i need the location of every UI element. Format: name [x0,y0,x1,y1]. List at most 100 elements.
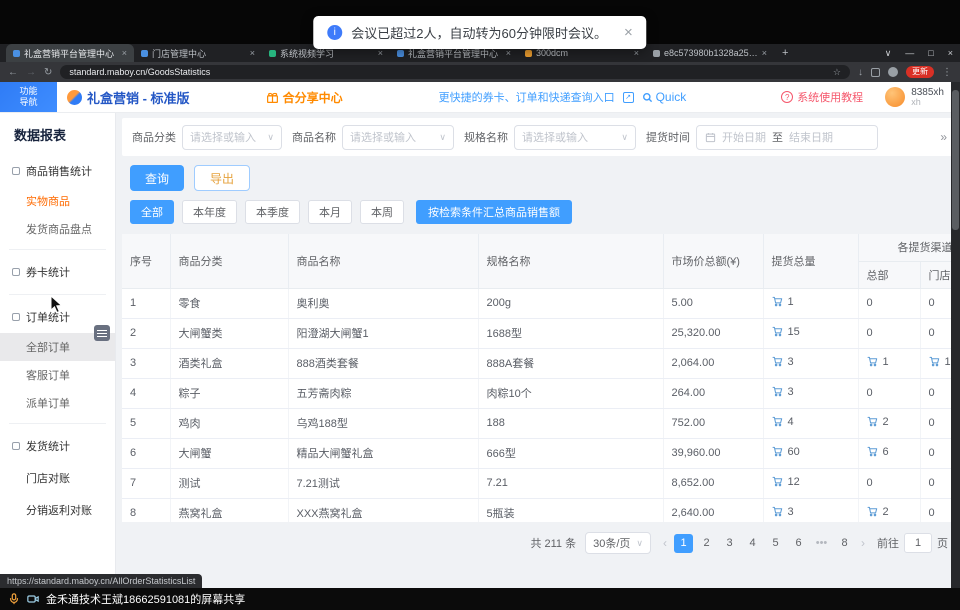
pickup-value: 1 [883,356,889,368]
page-number[interactable]: 1 [674,534,693,553]
sidebar-child-item[interactable]: 实物商品 [0,187,115,215]
cell-pickup-total: 1 [763,288,858,318]
browser-tab[interactable]: 门店管理中心× [134,44,262,62]
refresh-icon[interactable]: ↻ [44,67,52,78]
menu-section-icon [12,167,20,175]
range-tab[interactable]: 本年度 [182,200,237,224]
cell-name: 五芳斋肉粽 [288,378,478,408]
back-icon[interactable]: ← [8,67,18,78]
name-select[interactable]: 请选择或输入 ∨ [342,125,454,150]
vertical-scrollbar[interactable] [951,82,960,588]
tab-search-icon[interactable]: ∨ [878,48,899,59]
cell-pickup-total: 3 [763,498,858,522]
tab-close-icon[interactable]: × [634,49,639,58]
cart-icon [772,476,783,487]
browser-tab[interactable]: e8c573980b1328a2584d2e6f × [646,44,774,62]
function-nav-toggle[interactable]: 功能 导航 [0,82,57,112]
tab-close-icon[interactable]: × [250,49,255,58]
table-row[interactable]: 2大闸蟹类阳澄湖大闸蟹11688型25,320.001500 [122,318,960,348]
category-select[interactable]: 请选择或输入 ∨ [182,125,282,150]
sidebar-group-item[interactable]: 发货统计 [0,430,115,462]
sidebar-child-item[interactable]: 派单订单 [0,389,115,417]
table-row[interactable]: 1零食奥利奥200g5.00100 [122,288,960,318]
tab-close-icon[interactable]: × [506,49,511,58]
page-number[interactable]: 3 [720,534,739,553]
browser-tab[interactable]: 礼盒营销平台管理中心× [6,44,134,62]
cell-hq: 1 [858,348,920,378]
cell-pickup-total: 15 [763,318,858,348]
range-tab[interactable]: 本月 [308,200,352,224]
export-button[interactable]: 导出 [194,165,250,191]
sidebar-group-item[interactable]: 分销返利对账 [0,494,115,526]
table-row[interactable]: 3酒类礼盒888酒类套餐888A套餐2,064.00311 [122,348,960,378]
quick-search[interactable]: Quick [642,90,687,104]
tab-label: e8c573980b1328a2584d2e6f [664,48,758,58]
tab-favicon-icon [525,50,532,57]
maximize-icon[interactable]: □ [921,48,940,58]
page-size-select[interactable]: 30条/页 ∨ [585,532,651,554]
new-tab-icon[interactable]: + [774,44,796,62]
share-center-link[interactable]: 合分享中心 [266,89,343,106]
menu-kebab-icon[interactable]: ⋮ [942,67,952,78]
app-header: 功能 导航 礼盒营销 - 标准版 合分享中心 更快捷的券卡、订单和快递查询入口 … [0,82,960,113]
user-block[interactable]: 8385xh xh [885,87,944,108]
address-bar[interactable]: standard.maboy.cn/GoodsStatistics ☆ [60,65,850,79]
search-button[interactable]: 查询 [130,165,184,191]
sidebar-child-item[interactable]: 发货商品盘点 [0,215,115,243]
sidebar-title: 数据报表 [0,113,115,155]
table-row[interactable]: 7测试7.21测试7.218,652.001200 [122,468,960,498]
select-placeholder: 请选择或输入 [190,129,256,145]
tab-close-icon[interactable]: × [762,49,767,58]
column-header: 序号 [122,234,170,288]
page-number[interactable]: 8 [835,534,854,553]
range-tab[interactable]: 全部 [130,200,174,224]
range-tab[interactable]: 本周 [360,200,404,224]
nav-toggle-line2: 导航 [19,97,37,108]
next-page-icon[interactable]: › [858,536,868,550]
page-number[interactable]: 4 [743,534,762,553]
cart-icon [772,296,783,307]
filter-time: 提货时间 开始日期 至 结束日期 [646,125,878,150]
total-count: 共 211 条 [530,535,576,551]
scrollbar-thumb[interactable] [952,90,959,230]
browser-update-button[interactable]: 更新 [906,66,934,78]
tab-close-icon[interactable]: × [122,49,127,58]
toast-close-icon[interactable]: × [624,25,633,40]
extension-icon[interactable] [871,68,880,77]
page-number[interactable]: 6 [789,534,808,553]
user-subname: xh [911,98,944,108]
sidebar-group-item[interactable]: 商品销售统计 [0,155,115,187]
goto-page-input[interactable]: 1 [904,533,932,553]
prev-page-icon[interactable]: ‹ [660,536,670,550]
table-row[interactable]: 6大闸蟹精品大闸蟹礼盒666型39,960.006060 [122,438,960,468]
tab-close-icon[interactable]: × [378,49,383,58]
table-row[interactable]: 4粽子五芳斋肉粽肉粽10个264.00300 [122,378,960,408]
cart-icon [772,326,783,337]
summary-button[interactable]: 按检索条件汇总商品销售额 [416,200,572,224]
spec-select[interactable]: 请选择或输入 ∨ [514,125,636,150]
range-tab[interactable]: 本季度 [245,200,300,224]
cell-category: 测试 [170,468,288,498]
close-window-icon[interactable]: × [941,48,960,58]
sidebar-group-item[interactable]: 券卡统计 [0,256,115,288]
sidebar-collapse-handle[interactable] [94,325,110,341]
filter-bar: 商品分类 请选择或输入 ∨ 商品名称 请选择或输入 ∨ 规格名称 [122,118,960,156]
page-number[interactable]: 5 [766,534,785,553]
table-row[interactable]: 8燕窝礼盒XXX燕窝礼盒5瓶装2,640.00320 [122,498,960,522]
minimize-icon[interactable]: — [898,48,921,58]
sidebar-divider [9,249,106,250]
tutorial-link[interactable]: ? 系统使用教程 [781,89,863,105]
tutorial-label: 系统使用教程 [797,89,863,105]
download-icon[interactable]: ↓ [858,67,863,78]
quick-entry[interactable]: 更快捷的券卡、订单和快递查询入口 ↗ Quick [439,89,687,105]
forward-icon[interactable]: → [26,67,36,78]
page-number[interactable]: 2 [697,534,716,553]
date-range-picker[interactable]: 开始日期 至 结束日期 [696,125,878,150]
sidebar-group-item[interactable]: 门店对账 [0,462,115,494]
table-row[interactable]: 5鸡肉乌鸡188型188752.00420 [122,408,960,438]
sidebar-child-item[interactable]: 客服订单 [0,361,115,389]
profile-icon[interactable] [888,67,898,77]
sidebar-item-label: 券卡统计 [26,264,70,280]
bookmark-star-icon[interactable]: ☆ [833,67,841,78]
collapse-panel-icon[interactable]: » [940,130,950,144]
